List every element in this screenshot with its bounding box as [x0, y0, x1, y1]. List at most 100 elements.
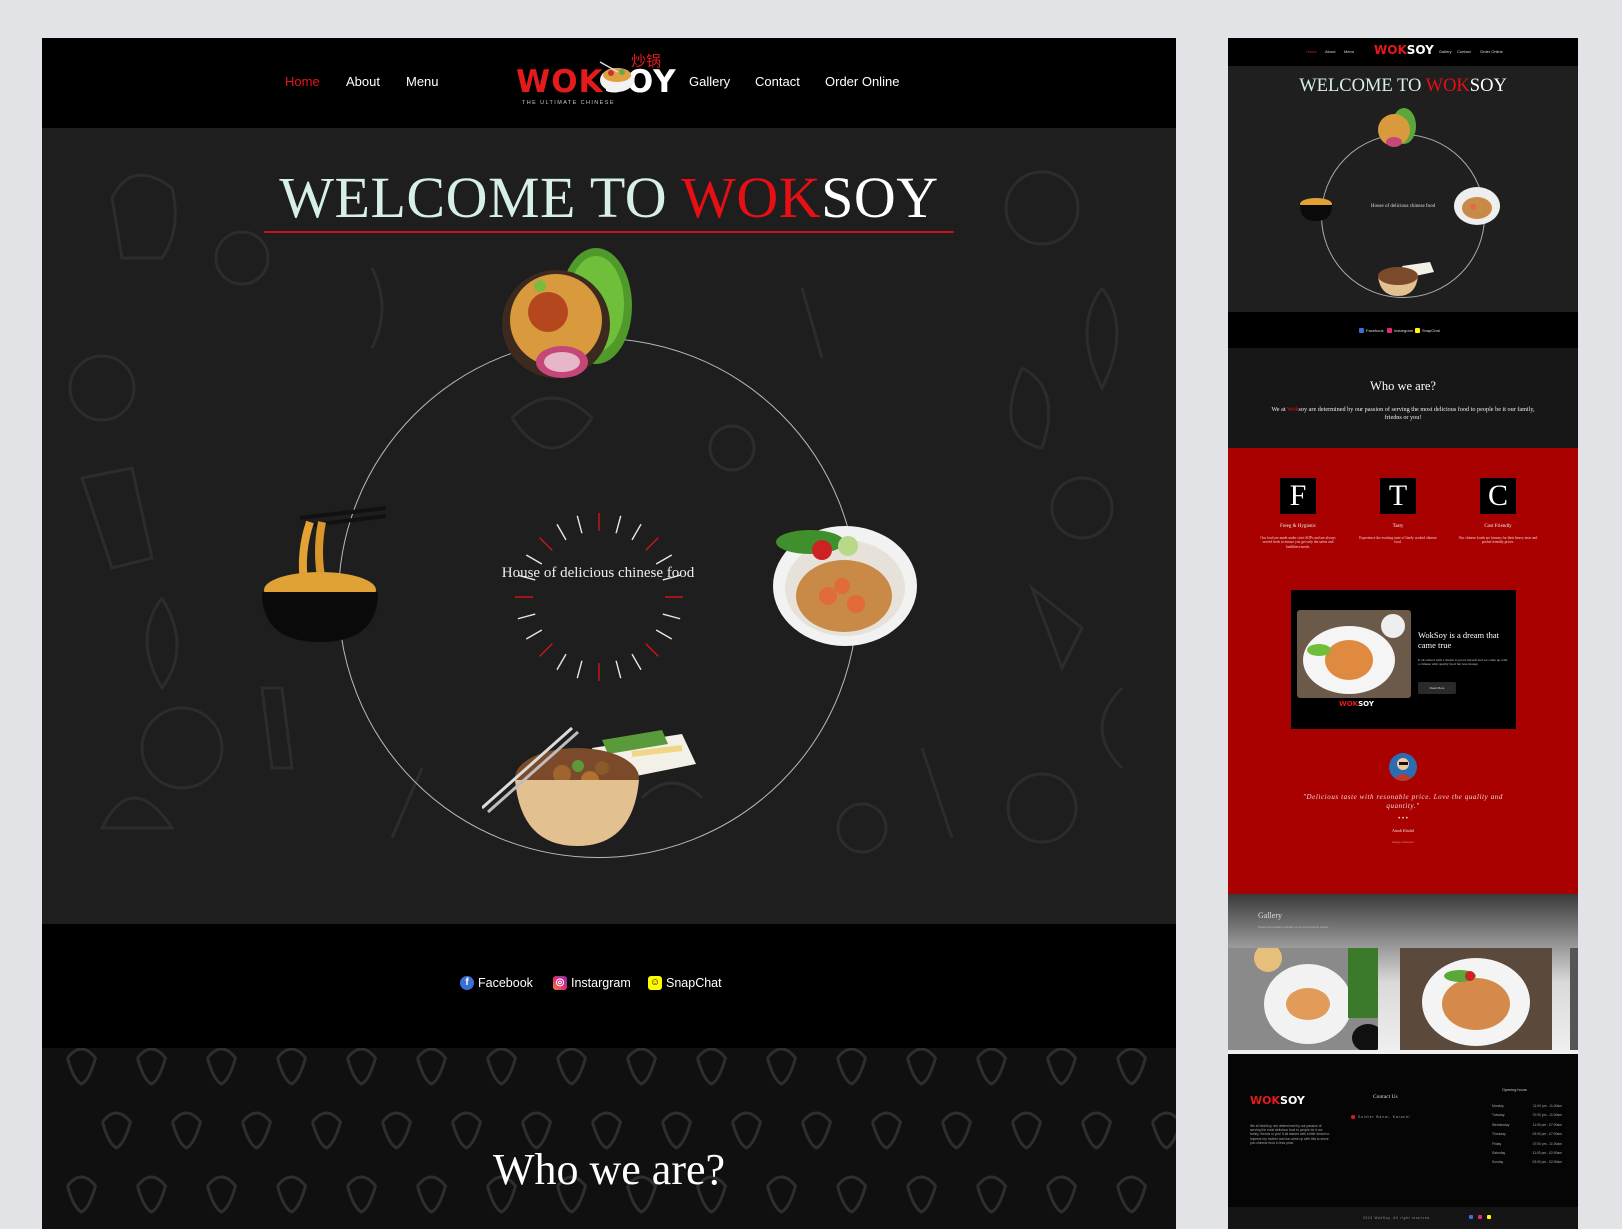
mini-facebook-icon — [1359, 328, 1364, 333]
hours-row: Tuesday 07:00 pm - 11:00am — [1492, 1113, 1562, 1122]
hours-time: 03:00 pm - 02:00am — [1532, 1160, 1562, 1165]
footer-instagram-icon[interactable] — [1478, 1215, 1482, 1219]
feature-desc: Our food are made under strict SOPs and … — [1260, 536, 1336, 549]
nav-home[interactable]: Home — [285, 74, 320, 89]
feature-letter-c: C — [1480, 478, 1516, 514]
dream-card: WokSoy is a dream that came true It all … — [1291, 590, 1516, 729]
hero-center-text: House of delicious chinese food — [501, 565, 695, 581]
dream-text: It all started with a dream to prove mys… — [1418, 658, 1508, 667]
chicken-bowl-dish-image[interactable] — [482, 718, 702, 858]
full-page-preview: Home About Menu WOKSOY Gallery Contact O… — [1228, 38, 1578, 1229]
mini-nav-home[interactable]: Home — [1306, 49, 1317, 54]
reviewer-avatar — [1389, 753, 1417, 781]
mini-nav-contact[interactable]: Contact — [1457, 49, 1471, 54]
mini-logo[interactable]: WOKSOY — [1374, 43, 1434, 57]
feature-title: Tasty — [1392, 524, 1404, 529]
social-links-bar: f Facebook ◎ Instargram ☺ SnapChat — [42, 924, 1176, 1048]
mini-nav-about[interactable]: About — [1325, 49, 1335, 54]
nav-order-online[interactable]: Order Online — [825, 74, 899, 89]
footer-address: Soldier Bazar, Karachi — [1351, 1115, 1410, 1120]
hours-time: 07:00 pm - 11:00am — [1532, 1113, 1562, 1118]
testimonial-role: Happy customer — [1392, 840, 1414, 844]
who-we-are-section: Who we are? — [42, 1048, 1176, 1229]
mini-footer: WOKSOY We at WokSoy, are determined by o… — [1228, 1054, 1578, 1229]
hours-day: Sunday — [1492, 1160, 1504, 1165]
mini-nav-gallery[interactable]: Gallery — [1439, 49, 1452, 54]
hours-day: Friday — [1492, 1141, 1502, 1146]
instagram-icon: ◎ — [553, 976, 567, 990]
hours-row: Thursday 03:00 pm - 07:00am — [1492, 1132, 1562, 1141]
opening-hours-list: Monday 11:00 pm - 11:00am Tuesday 07:00 pm … — [1492, 1104, 1562, 1170]
desktop-preview: Home About Menu WOKSOY 炒锅 THE ULTIMATE C… — [42, 38, 1176, 1229]
facebook-link[interactable]: f Facebook — [460, 976, 533, 990]
mini-social-links: Facebook Instargram SnapChat — [1228, 312, 1578, 348]
mini-shrimp-rice-image — [1454, 187, 1500, 225]
footer-about-text: We at WokSoy, are determined by our pass… — [1250, 1124, 1330, 1145]
hours-row: Wednesday 11:00 pm - 07:00am — [1492, 1123, 1562, 1132]
feature-title: Freeg & Hygienic — [1279, 524, 1317, 529]
mini-instagram-link[interactable]: Instargram — [1387, 328, 1413, 333]
mini-nav-order-online[interactable]: Order Online — [1480, 49, 1503, 54]
mini-features-section: F Freeg & Hygienic Our food are made und… — [1228, 448, 1578, 894]
gallery-subtitle: Check out pleasing visuals of our scrump… — [1258, 925, 1329, 929]
hours-day: Saturday — [1492, 1150, 1506, 1155]
logo-tagline: THE ULTIMATE CHINESE — [522, 100, 615, 106]
mini-facebook-link[interactable]: Facebook — [1359, 328, 1384, 333]
dream-logo: WOKSOY — [1339, 700, 1374, 708]
gallery-title: Gallery — [1258, 911, 1282, 920]
noodle-salad-dish-image[interactable] — [496, 246, 636, 386]
hero-section: WELCOME TO WOKSOY House of delicious chi… — [42, 128, 1176, 924]
mini-instagram-icon — [1387, 328, 1392, 333]
hours-time: 07:00 pm - 11:00am — [1532, 1141, 1562, 1146]
location-pin-icon — [1351, 1115, 1355, 1120]
feature-title: Cost Friendly — [1484, 524, 1512, 529]
hours-day: Tuesday — [1492, 1113, 1505, 1118]
nav-menu[interactable]: Menu — [406, 74, 439, 89]
gallery-image-2[interactable] — [1400, 948, 1552, 1050]
hours-row: Friday 07:00 pm - 11:00am — [1492, 1142, 1562, 1151]
testimonial-quote: "Delicious taste with resonable price. L… — [1302, 793, 1504, 810]
mini-hero-section: WELCOME TO WOKSOY House of delicious chi… — [1228, 66, 1578, 312]
opening-hours-title: Opening hours — [1502, 1088, 1527, 1092]
mini-who-we-are-section: Who we are? We at Woksoy are determined … — [1228, 348, 1578, 448]
footer-facebook-icon[interactable] — [1469, 1215, 1473, 1219]
sunburst-decoration — [515, 513, 683, 681]
mini-top-nav: Home About Menu WOKSOY Gallery Contact O… — [1228, 38, 1578, 66]
who-we-are-title: Who we are? — [492, 1145, 726, 1194]
mini-nav-menu[interactable]: Menu — [1344, 49, 1354, 54]
nav-gallery[interactable]: Gallery — [689, 74, 730, 89]
food-doodle-pattern — [66, 1048, 1176, 1214]
mini-snapchat-link[interactable]: SnapChat — [1415, 328, 1440, 333]
read-more-button[interactable]: Read More — [1418, 682, 1456, 694]
hours-row: Saturday 11:00 pm - 02:00am — [1492, 1151, 1562, 1160]
instagram-link[interactable]: ◎ Instargram — [553, 976, 631, 990]
hours-time: 11:00 pm - 11:00am — [1532, 1104, 1562, 1108]
noodle-bowl-dish-image[interactable] — [260, 506, 390, 646]
dream-fried-rice-image — [1297, 610, 1411, 698]
mini-noodle-salad-image — [1378, 108, 1416, 147]
mini-noodle-bowl-image — [1300, 198, 1332, 221]
feature-letter-f: F — [1280, 478, 1316, 514]
gallery-image-3-edge[interactable] — [1570, 948, 1578, 1050]
facebook-icon: f — [460, 976, 474, 990]
woksoy-logo[interactable]: WOKSOY 炒锅 THE ULTIMATE CHINESE — [516, 50, 676, 110]
mini-who-text: We at Woksoy are determined by our passi… — [1271, 406, 1535, 421]
mini-gallery-section: Gallery Check out pleasing visuals of ou… — [1228, 894, 1578, 1054]
testimonial-dots[interactable]: • • • — [1228, 816, 1578, 822]
hours-time: 11:00 pm - 07:00am — [1532, 1122, 1562, 1127]
hours-row: Sunday 03:00 pm - 02:00am — [1492, 1160, 1562, 1169]
testimonial-name: Amoh Khalid — [1392, 828, 1414, 833]
nav-contact[interactable]: Contact — [755, 74, 800, 89]
footer-snapchat-icon[interactable] — [1487, 1215, 1491, 1219]
feature-letter-t: T — [1380, 478, 1416, 514]
hours-time: 11:00 pm - 02:00am — [1532, 1150, 1562, 1155]
snapchat-link[interactable]: ☺ SnapChat — [648, 976, 722, 990]
footer-logo[interactable]: WOKSOY — [1250, 1094, 1305, 1107]
mini-hero-center-text: House of delicious chinese food — [1370, 204, 1436, 209]
noodle-bowl-logo-icon — [599, 61, 634, 92]
feature-desc: Our chinese foods are famous for their h… — [1458, 536, 1538, 545]
shrimp-fried-rice-dish-image[interactable] — [770, 518, 920, 648]
footer-contact-title: Contact Us — [1373, 1094, 1398, 1100]
gallery-image-1[interactable] — [1228, 948, 1378, 1050]
nav-about[interactable]: About — [346, 74, 380, 89]
